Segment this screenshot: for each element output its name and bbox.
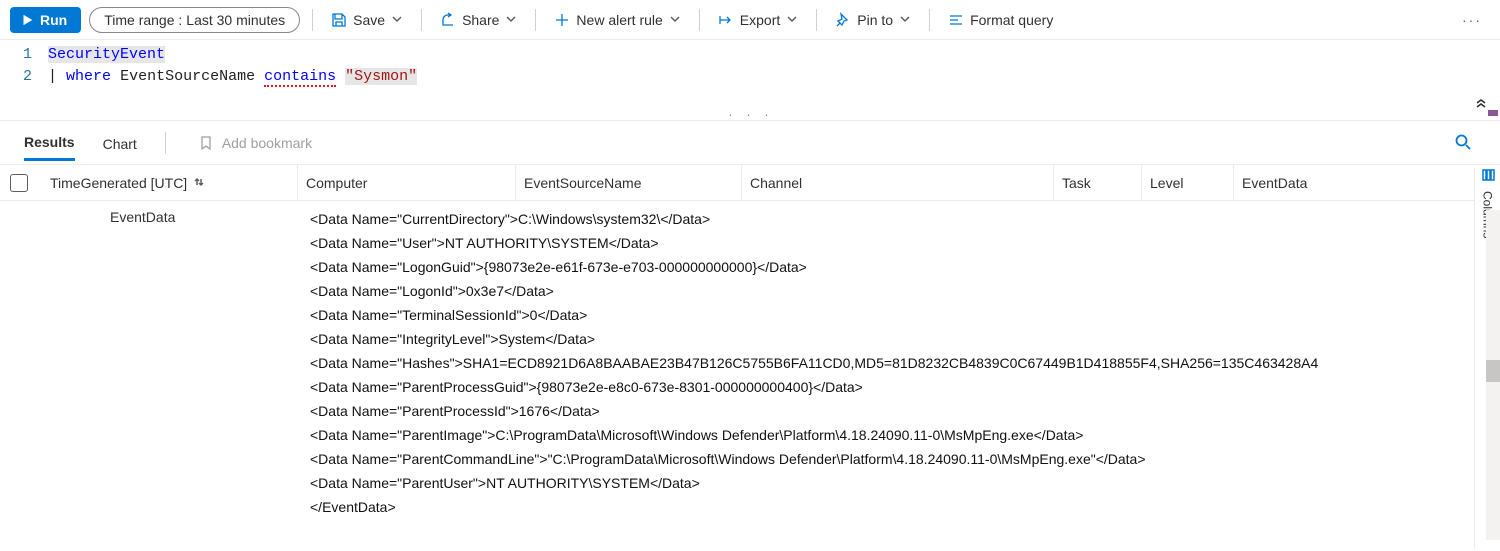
results-tabs: Results Chart Add bookmark xyxy=(0,121,1500,165)
detail-line: <Data Name="LogonId">0x3e7</Data> xyxy=(310,279,1500,303)
code-line: 2 | where EventSourceName contains "Sysm… xyxy=(0,68,1500,90)
add-bookmark-label: Add bookmark xyxy=(222,135,312,151)
bookmark-icon xyxy=(198,135,214,151)
select-all-checkbox[interactable] xyxy=(10,174,28,192)
token-keyword: where xyxy=(66,68,111,85)
query-editor[interactable]: 1 SecurityEvent 2 | where EventSourceNam… xyxy=(0,40,1500,121)
save-button[interactable]: Save xyxy=(325,8,409,32)
chevron-down-icon xyxy=(899,12,911,28)
chevron-down-icon xyxy=(786,12,798,28)
divider xyxy=(699,9,700,31)
column-header-computer[interactable]: Computer xyxy=(298,165,516,200)
detail-line: <Data Name="ParentImage">C:\ProgramData\… xyxy=(310,423,1500,447)
token-field: EventSourceName xyxy=(120,68,255,85)
detail-line: <Data Name="LogonGuid">{98073e2e-e61f-67… xyxy=(310,255,1500,279)
column-label: EventSourceName xyxy=(524,175,642,191)
detail-field-value: <Data Name="CurrentDirectory">C:\Windows… xyxy=(310,201,1500,551)
divider xyxy=(535,9,536,31)
column-header-eventdata[interactable]: EventData xyxy=(1234,165,1500,200)
time-range-value: Last 30 minutes xyxy=(186,12,285,28)
detail-line: </EventData> xyxy=(310,495,1500,519)
detail-line: <Data Name="ParentProcessId">1676</Data> xyxy=(310,399,1500,423)
token-keyword: contains xyxy=(264,68,336,87)
format-icon xyxy=(948,12,964,28)
collapse-editor-button[interactable] xyxy=(1474,95,1488,114)
divider xyxy=(312,9,313,31)
column-header-eventsourcename[interactable]: EventSourceName xyxy=(516,165,742,200)
pin-to-label: Pin to xyxy=(857,12,893,28)
column-header-task[interactable]: Task xyxy=(1054,165,1142,200)
more-button[interactable]: ··· xyxy=(1454,12,1490,28)
time-range-picker[interactable]: Time range : Last 30 minutes xyxy=(89,7,300,33)
line-number: 1 xyxy=(0,46,48,63)
run-button[interactable]: Run xyxy=(10,7,81,33)
chevron-down-icon xyxy=(669,12,681,28)
divider xyxy=(421,9,422,31)
token-string: "Sysmon" xyxy=(345,68,417,85)
code-line: 1 SecurityEvent xyxy=(0,46,1500,68)
divider xyxy=(165,132,166,154)
share-label: Share xyxy=(462,12,499,28)
play-icon xyxy=(20,13,34,27)
tab-chart[interactable]: Chart xyxy=(103,126,137,160)
token-pipe: | xyxy=(48,68,57,85)
search-button[interactable] xyxy=(1454,133,1472,154)
scrollbar-thumb[interactable] xyxy=(1486,360,1500,382)
detail-line: <Data Name="CurrentDirectory">C:\Windows… xyxy=(310,207,1500,231)
divider xyxy=(816,9,817,31)
search-icon xyxy=(1454,133,1472,151)
column-label: Computer xyxy=(306,175,367,191)
new-alert-button[interactable]: New alert rule xyxy=(548,8,686,32)
detail-line: <Data Name="ParentCommandLine">"C:\Progr… xyxy=(310,447,1500,471)
tab-results[interactable]: Results xyxy=(24,124,75,161)
chevron-down-icon xyxy=(505,12,517,28)
column-header-level[interactable]: Level xyxy=(1142,165,1234,200)
code[interactable]: | where EventSourceName contains "Sysmon… xyxy=(48,68,417,85)
save-label: Save xyxy=(353,12,385,28)
share-button[interactable]: Share xyxy=(434,8,523,32)
column-label: EventData xyxy=(1242,175,1307,191)
column-label: Task xyxy=(1062,175,1091,191)
detail-line: <Data Name="User">NT AUTHORITY\SYSTEM</D… xyxy=(310,231,1500,255)
detail-field-name: EventData xyxy=(0,201,310,551)
detail-line: <Data Name="ParentUser">NT AUTHORITY\SYS… xyxy=(310,471,1500,495)
double-chevron-up-icon xyxy=(1474,95,1488,109)
plus-icon xyxy=(554,12,570,28)
pin-icon xyxy=(835,12,851,28)
column-label: Level xyxy=(1150,175,1183,191)
export-label: Export xyxy=(740,12,780,28)
format-query-button[interactable]: Format query xyxy=(942,8,1059,32)
save-icon xyxy=(331,12,347,28)
minimap-indicator xyxy=(1488,110,1498,116)
format-query-label: Format query xyxy=(970,12,1053,28)
column-header-channel[interactable]: Channel xyxy=(742,165,1054,200)
detail-line: <Data Name="IntegrityLevel">System</Data… xyxy=(310,327,1500,351)
line-number: 2 xyxy=(0,68,48,85)
column-header-timegenerated[interactable]: TimeGenerated [UTC] xyxy=(42,165,298,200)
token-table: SecurityEvent xyxy=(48,46,165,63)
detail-line: <Data Name="TerminalSessionId">0</Data> xyxy=(310,303,1500,327)
columns-icon xyxy=(1481,168,1495,185)
sort-icon xyxy=(193,175,205,191)
export-icon xyxy=(718,12,734,28)
code[interactable]: SecurityEvent xyxy=(48,46,165,63)
divider xyxy=(929,9,930,31)
pin-to-button[interactable]: Pin to xyxy=(829,8,917,32)
time-range-label: Time range : xyxy=(104,12,182,28)
toolbar: Run Time range : Last 30 minutes Save Sh… xyxy=(0,0,1500,40)
results-grid-header: TimeGenerated [UTC] Computer EventSource… xyxy=(0,165,1500,201)
new-alert-label: New alert rule xyxy=(576,12,662,28)
export-button[interactable]: Export xyxy=(712,8,804,32)
row-detail-pane: EventData <Data Name="CurrentDirectory">… xyxy=(0,201,1500,551)
detail-line: <Data Name="ParentProcessGuid">{98073e2e… xyxy=(310,375,1500,399)
column-label: TimeGenerated [UTC] xyxy=(50,175,187,191)
add-bookmark-button[interactable]: Add bookmark xyxy=(198,135,312,151)
share-icon xyxy=(440,12,456,28)
run-label: Run xyxy=(40,12,67,28)
chevron-down-icon xyxy=(391,12,403,28)
detail-line: <Data Name="Hashes">SHA1=ECD8921D6A8BAAB… xyxy=(310,351,1500,375)
column-label: Channel xyxy=(750,175,802,191)
